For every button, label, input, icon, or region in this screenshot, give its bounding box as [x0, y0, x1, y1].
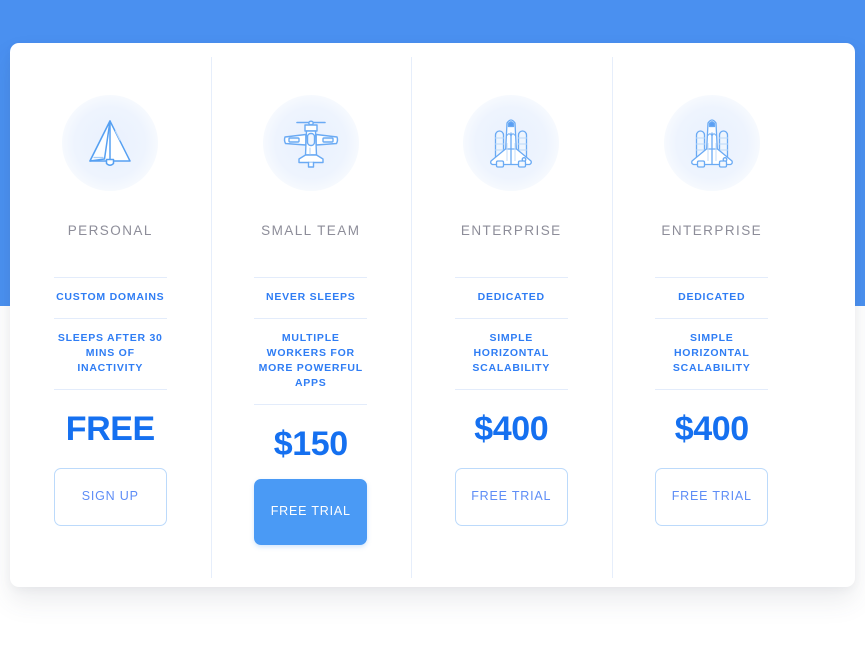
plan-title: PERSONAL [67, 223, 153, 238]
plan-icon-circle [262, 95, 359, 191]
space-shuttle-icon [690, 119, 733, 168]
plan-price: $400 [674, 409, 749, 448]
plan-icon-circle [463, 95, 560, 191]
plan-feature: DEDICATED [655, 277, 769, 318]
pricing-plan-personal: PERSONAL CUSTOM DOMAINS SLEEPS AFTER 30 … [10, 43, 211, 587]
plan-feature: SLEEPS AFTER 30 MINS OF INACTIVITY [53, 317, 167, 390]
plan-feature-list: NEVER SLEEPS MULTIPLE WORKERS FOR MORE P… [254, 277, 368, 405]
pricing-plan-enterprise-1: ENTERPRISE DEDICATED SIMPLE HORIZONTAL S… [411, 43, 612, 587]
plan-feature-list: DEDICATED SIMPLE HORIZONTAL SCALABILITY [655, 277, 769, 390]
pricing-panel: PERSONAL CUSTOM DOMAINS SLEEPS AFTER 30 … [10, 43, 855, 587]
free-trial-button[interactable]: FREE TRIAL [254, 478, 368, 545]
plan-feature-list: DEDICATED SIMPLE HORIZONTAL SCALABILITY [454, 277, 568, 390]
plan-price: FREE [65, 409, 155, 448]
plan-feature: SIMPLE HORIZONTAL SCALABILITY [454, 317, 568, 390]
plan-feature: SIMPLE HORIZONTAL SCALABILITY [655, 317, 769, 390]
signup-button[interactable]: SIGN UP [53, 467, 167, 526]
free-trial-button[interactable]: FREE TRIAL [454, 467, 568, 526]
space-shuttle-icon [490, 119, 533, 168]
plan-price: $150 [273, 424, 348, 463]
pricing-plan-enterprise-2: ENTERPRISE DEDICATED SIMPLE HORIZONTAL S… [611, 43, 813, 587]
plan-feature: MULTIPLE WORKERS FOR MORE POWERFUL APPS [254, 317, 368, 405]
paper-plane-icon [89, 120, 131, 166]
plan-feature: DEDICATED [454, 277, 568, 318]
plan-feature: CUSTOM DOMAINS [53, 277, 167, 318]
plan-price: $400 [474, 409, 549, 448]
plan-title: SMALL TEAM [261, 223, 361, 238]
plan-feature: NEVER SLEEPS [254, 277, 368, 318]
plan-icon-circle [663, 95, 760, 191]
plan-feature-list: CUSTOM DOMAINS SLEEPS AFTER 30 MINS OF I… [53, 277, 167, 390]
plan-icon-circle [62, 95, 159, 191]
pricing-plan-small-team: SMALL TEAM NEVER SLEEPS MULTIPLE WORKERS… [210, 43, 412, 587]
free-trial-button[interactable]: FREE TRIAL [655, 467, 769, 526]
plan-title: ENTERPRISE [661, 223, 763, 238]
propeller-plane-icon [283, 120, 338, 168]
plan-title: ENTERPRISE [460, 223, 562, 238]
